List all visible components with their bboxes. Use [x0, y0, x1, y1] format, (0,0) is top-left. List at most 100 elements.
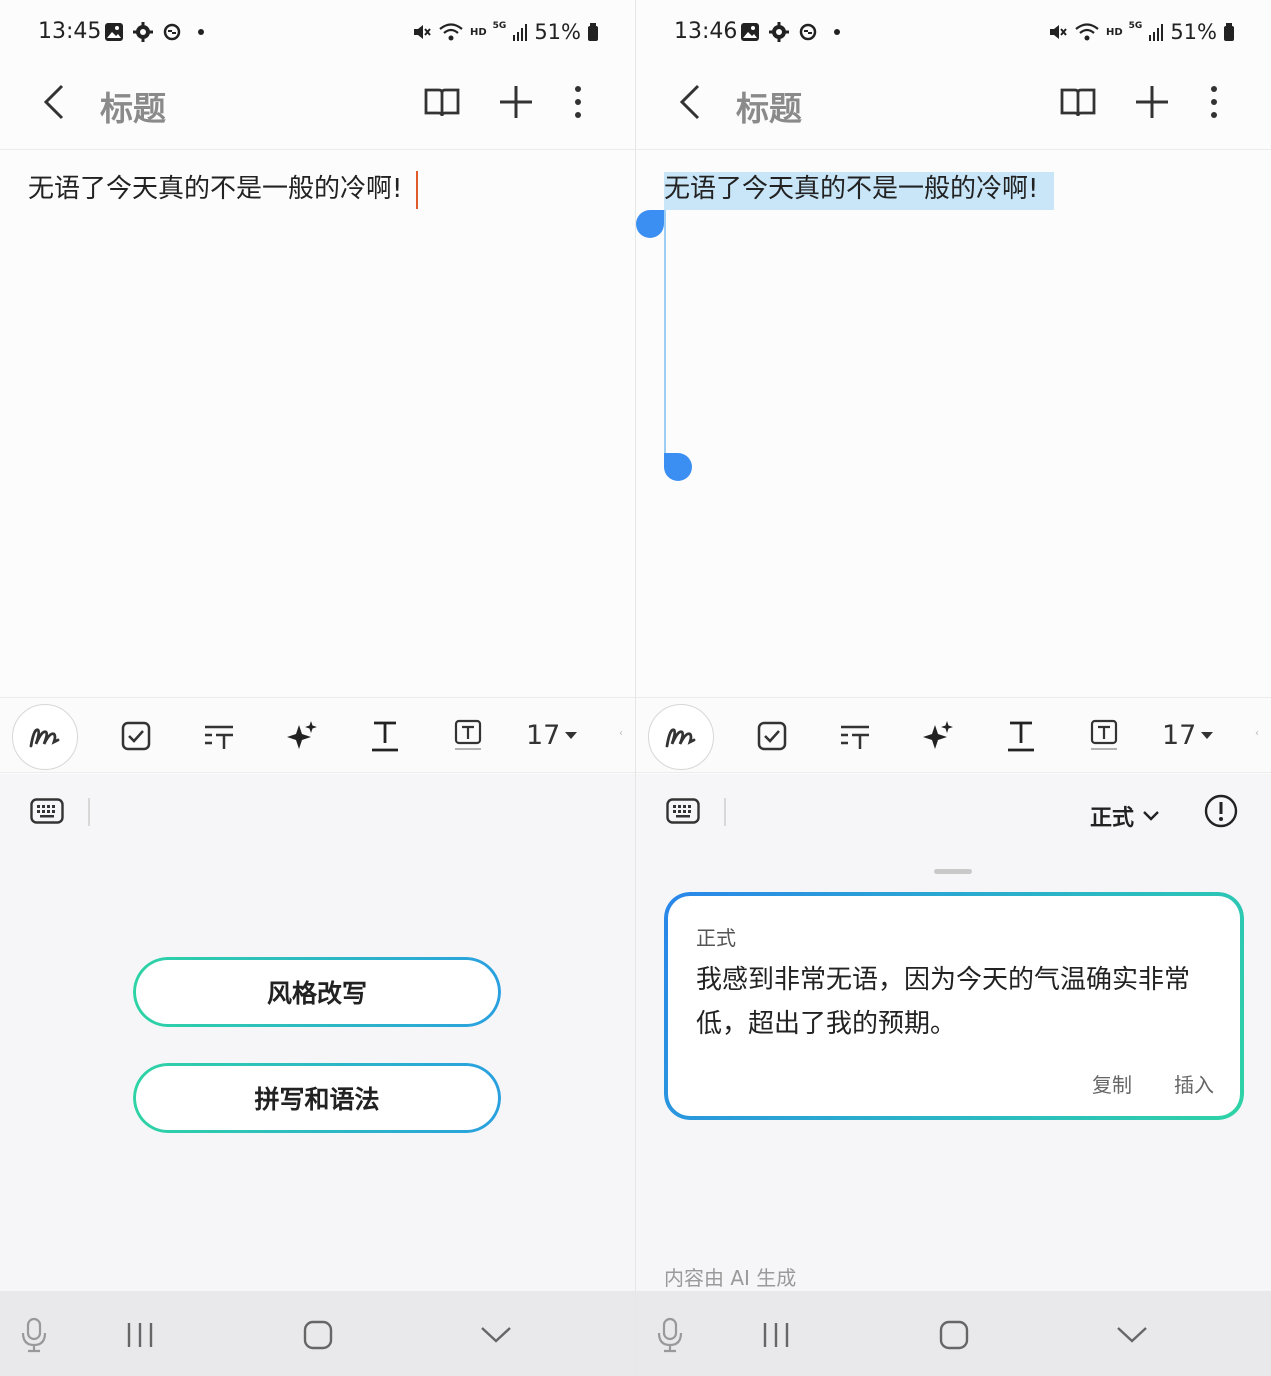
insert-button[interactable]: 插入 — [1174, 1069, 1214, 1098]
settings-icon — [133, 22, 153, 42]
plus-icon[interactable] — [496, 82, 536, 122]
style-selector[interactable]: 正式 — [1090, 800, 1160, 832]
note-body[interactable]: 无语了今天真的不是一般的冷啊! — [664, 168, 1055, 210]
ai-assist-button[interactable] — [282, 716, 322, 756]
book-icon[interactable] — [1058, 82, 1098, 122]
book-icon[interactable] — [422, 82, 462, 122]
wifi-icon — [1075, 23, 1099, 41]
pen-button[interactable] — [12, 704, 78, 770]
divider — [88, 798, 90, 826]
navigation-bar — [636, 1291, 1271, 1376]
hd-label: HD — [1105, 26, 1123, 38]
ai-sparkle-icon — [923, 721, 953, 749]
note-body[interactable]: 无语了今天真的不是一般的冷啊! — [28, 168, 419, 209]
checkbox-icon — [121, 721, 151, 751]
recents-icon — [127, 1323, 153, 1347]
mic-button[interactable] — [14, 1315, 54, 1355]
mic-icon — [21, 1317, 47, 1353]
status-bar: 13:46 HD 5G 51% — [636, 0, 1271, 66]
plus-icon[interactable] — [1132, 82, 1172, 122]
pen-icon — [29, 728, 60, 748]
text-format-button[interactable] — [199, 716, 239, 756]
dot-icon — [198, 29, 204, 35]
font-size-selector[interactable]: 17 — [526, 720, 578, 751]
note-title[interactable]: 标题 — [100, 82, 166, 130]
style-rewrite-label: 风格改写 — [266, 979, 367, 1008]
home-button[interactable] — [934, 1315, 974, 1355]
mic-button[interactable] — [650, 1315, 690, 1355]
drag-handle[interactable] — [934, 869, 972, 874]
right-screen: 13:46 HD 5G 51% 标题 无语了今天真的不是一般的冷啊! 17 ‹ … — [636, 0, 1271, 1376]
font-size-selector[interactable]: 17 — [1162, 720, 1214, 751]
ai-assist-button[interactable] — [918, 716, 958, 756]
scroll-indicator: ‹ — [1255, 728, 1259, 739]
text-format-button[interactable] — [835, 716, 875, 756]
home-icon — [939, 1320, 969, 1350]
battery-percent: 51% — [1170, 20, 1217, 44]
ai-sparkle-icon — [287, 721, 317, 749]
more-icon[interactable] — [1194, 82, 1234, 122]
result-style-label: 正式 — [696, 926, 736, 950]
info-icon[interactable] — [1204, 794, 1238, 828]
keyboard-icon[interactable] — [666, 798, 700, 824]
editor-toolbar: 17 ‹ — [0, 697, 635, 773]
mute-icon — [413, 25, 431, 39]
text-style-button[interactable] — [1001, 716, 1041, 756]
ai-result-card: 正式 我感到非常无语，因为今天的气温确实非常低，超出了我的预期。 复制 插入 — [664, 892, 1244, 1120]
recents-button[interactable] — [756, 1315, 796, 1355]
selection-handle-end[interactable] — [664, 453, 692, 481]
home-icon — [303, 1320, 333, 1350]
note-title[interactable]: 标题 — [736, 82, 802, 130]
recents-button[interactable] — [120, 1315, 160, 1355]
checkbox-button[interactable] — [752, 716, 792, 756]
signal-icon — [513, 24, 528, 41]
editor-toolbar: 17 ‹ — [636, 697, 1271, 773]
selection-line — [664, 210, 666, 468]
gallery-icon — [741, 23, 759, 41]
text-style-button[interactable] — [365, 716, 405, 756]
ai-generated-note: 内容由 AI 生成 — [664, 1266, 797, 1290]
keyboard-icon[interactable] — [30, 798, 64, 824]
selection-handle-start[interactable] — [636, 210, 664, 238]
network-label: 5G — [1128, 21, 1143, 31]
hide-keyboard-button[interactable] — [1112, 1315, 1152, 1355]
battery-icon — [588, 23, 598, 41]
dropdown-triangle-icon — [565, 731, 578, 739]
recents-icon — [763, 1323, 789, 1347]
chevron-down-icon — [1143, 811, 1159, 821]
spelling-grammar-button[interactable]: 拼写和语法 — [133, 1063, 501, 1133]
ai-panel: 风格改写 拼写和语法 — [0, 774, 635, 1291]
pen-icon — [665, 728, 696, 748]
copy-button[interactable]: 复制 — [1092, 1069, 1132, 1098]
home-button[interactable] — [298, 1315, 338, 1355]
text-box-icon — [1090, 719, 1118, 750]
battery-percent: 51% — [534, 20, 581, 44]
result-text: 我感到非常无语，因为今天的气温确实非常低，超出了我的预期。 — [696, 965, 1191, 1039]
text-style-icon — [372, 721, 398, 752]
style-selector-value: 正式 — [1090, 806, 1135, 831]
style-rewrite-button[interactable]: 风格改写 — [133, 957, 501, 1027]
text-box-button[interactable] — [448, 716, 488, 756]
mute-icon — [1049, 25, 1067, 39]
mic-icon — [657, 1317, 683, 1353]
back-icon[interactable] — [674, 82, 710, 122]
network-label: 5G — [492, 21, 507, 31]
text-cursor — [416, 170, 419, 209]
status-time: 13:46 — [674, 19, 738, 44]
hide-keyboard-icon — [481, 1327, 511, 1343]
checkbox-icon — [757, 721, 787, 751]
text-box-button[interactable] — [1084, 716, 1124, 756]
text-format-icon — [841, 725, 869, 749]
divider — [724, 798, 726, 826]
font-size-value: 17 — [526, 720, 561, 751]
left-screen: 13:45 HD 5G 51% 标题 无语了今天真的不是一般的冷啊! 17 ‹ … — [0, 0, 635, 1376]
battery-icon — [1224, 23, 1234, 41]
text-format-icon — [205, 725, 233, 749]
pen-button[interactable] — [648, 704, 714, 770]
sync-icon — [163, 23, 181, 41]
hide-keyboard-button[interactable] — [476, 1315, 516, 1355]
gallery-icon — [105, 23, 123, 41]
back-icon[interactable] — [38, 82, 74, 122]
checkbox-button[interactable] — [116, 716, 156, 756]
more-icon[interactable] — [558, 82, 598, 122]
